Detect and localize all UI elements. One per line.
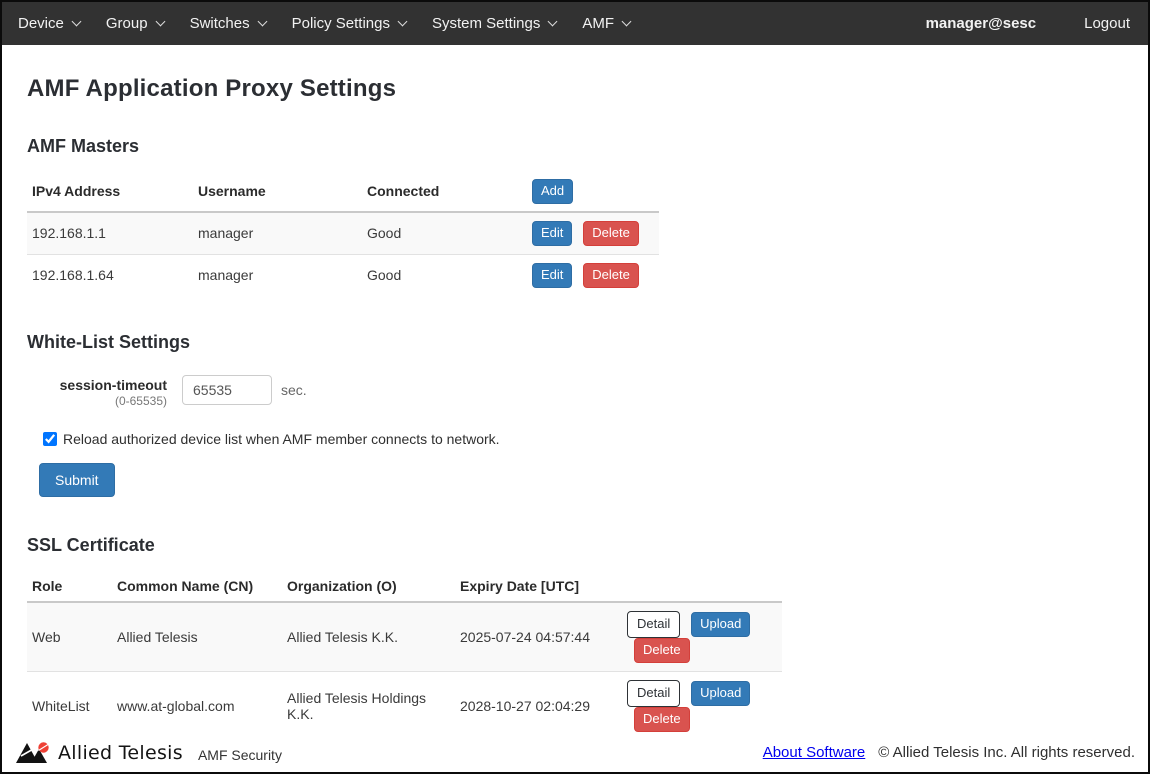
logged-in-user: manager@sesc xyxy=(926,15,1037,32)
logout-button[interactable]: Logout xyxy=(1084,15,1132,32)
chevron-down-icon xyxy=(155,17,165,27)
top-navbar: Device Group Switches Policy Settings Sy… xyxy=(2,2,1148,45)
nav-menu-device[interactable]: Device xyxy=(18,15,93,32)
whitelist-settings-heading: White-List Settings xyxy=(27,332,1123,353)
column-header-connected: Connected xyxy=(362,171,527,212)
session-timeout-label-block: session-timeout (0-65535) xyxy=(27,375,167,410)
role-cell: WhiteList xyxy=(27,671,112,739)
session-timeout-range: (0-65535) xyxy=(27,394,167,410)
page-footer: Allied Telesis AMF Security About Softwa… xyxy=(2,740,1148,772)
common-name-cell: Allied Telesis xyxy=(112,602,282,671)
ipv4-cell: 192.168.1.1 xyxy=(27,212,193,254)
session-timeout-unit: sec. xyxy=(281,375,307,398)
chevron-down-icon xyxy=(548,17,558,27)
username-cell: manager xyxy=(193,212,362,254)
page-title: AMF Application Proxy Settings xyxy=(27,75,1123,103)
delete-certificate-button[interactable]: Delete xyxy=(634,638,690,663)
table-row: 192.168.1.1 manager Good Edit Delete xyxy=(27,212,659,254)
username-cell: manager xyxy=(193,254,362,295)
chevron-down-icon xyxy=(622,17,632,27)
table-row: 192.168.1.64 manager Good Edit Delete xyxy=(27,254,659,295)
copyright-text: © Allied Telesis Inc. All rights reserve… xyxy=(878,744,1135,761)
table-row: WhiteList www.at-global.com Allied Teles… xyxy=(27,671,782,739)
nav-menu-label: Policy Settings xyxy=(292,15,390,32)
chevron-down-icon xyxy=(71,17,81,27)
nav-menu-label: Switches xyxy=(190,15,250,32)
column-header-username: Username xyxy=(193,171,362,212)
edit-master-button[interactable]: Edit xyxy=(532,263,572,288)
role-cell: Web xyxy=(27,602,112,671)
column-header-organization: Organization (O) xyxy=(282,570,455,602)
ipv4-cell: 192.168.1.64 xyxy=(27,254,193,295)
session-timeout-row: session-timeout (0-65535) sec. xyxy=(27,375,1123,410)
chevron-down-icon xyxy=(398,17,408,27)
table-row: Web Allied Telesis Allied Telesis K.K. 2… xyxy=(27,602,782,671)
footer-right: About Software © Allied Telesis Inc. All… xyxy=(763,744,1135,761)
nav-menu-amf[interactable]: AMF xyxy=(569,15,643,32)
reload-device-list-checkbox[interactable] xyxy=(43,432,57,446)
allied-telesis-logo-icon xyxy=(15,740,51,765)
nav-menu-policy-settings[interactable]: Policy Settings xyxy=(279,15,419,32)
organization-cell: Allied Telesis K.K. xyxy=(282,602,455,671)
about-software-link[interactable]: About Software xyxy=(763,744,866,761)
upload-certificate-button[interactable]: Upload xyxy=(691,681,750,706)
submit-button[interactable]: Submit xyxy=(39,463,115,497)
navbar-right: manager@sesc Logout xyxy=(926,15,1132,32)
amf-masters-heading: AMF Masters xyxy=(27,136,1123,157)
connected-cell: Good xyxy=(362,212,527,254)
reload-checkbox-row: Reload authorized device list when AMF m… xyxy=(43,431,1123,447)
app-window: Device Group Switches Policy Settings Sy… xyxy=(0,0,1150,774)
brand-block: Allied Telesis AMF Security xyxy=(15,740,282,765)
nav-menu-label: Group xyxy=(106,15,148,32)
reload-checkbox-label[interactable]: Reload authorized device list when AMF m… xyxy=(63,431,500,447)
nav-menu-group[interactable]: Group xyxy=(93,15,177,32)
nav-menu-switches[interactable]: Switches xyxy=(177,15,279,32)
column-header-role: Role xyxy=(27,570,112,602)
delete-certificate-button[interactable]: Delete xyxy=(634,707,690,732)
ssl-certificate-table: Role Common Name (CN) Organization (O) E… xyxy=(27,570,782,740)
organization-cell: Allied Telesis Holdings K.K. xyxy=(282,671,455,739)
nav-menu-label: System Settings xyxy=(432,15,540,32)
product-name: AMF Security xyxy=(198,743,282,763)
common-name-cell: www.at-global.com xyxy=(112,671,282,739)
chevron-down-icon xyxy=(257,17,267,27)
edit-master-button[interactable]: Edit xyxy=(532,221,572,246)
detail-certificate-button[interactable]: Detail xyxy=(627,680,680,707)
column-header-expiry: Expiry Date [UTC] xyxy=(455,570,622,602)
delete-master-button[interactable]: Delete xyxy=(583,221,639,246)
session-timeout-input[interactable] xyxy=(182,375,272,405)
column-header-common-name: Common Name (CN) xyxy=(112,570,282,602)
expiry-cell: 2028-10-27 02:04:29 xyxy=(455,671,622,739)
column-header-ipv4: IPv4 Address xyxy=(27,171,193,212)
amf-masters-table: IPv4 Address Username Connected Add 192.… xyxy=(27,171,659,296)
delete-master-button[interactable]: Delete xyxy=(583,263,639,288)
nav-menu-label: Device xyxy=(18,15,64,32)
brand-name: Allied Telesis xyxy=(58,742,183,764)
detail-certificate-button[interactable]: Detail xyxy=(627,611,680,638)
connected-cell: Good xyxy=(362,254,527,295)
session-timeout-label: session-timeout xyxy=(27,377,167,395)
expiry-cell: 2025-07-24 04:57:44 xyxy=(455,602,622,671)
nav-menu-system-settings[interactable]: System Settings xyxy=(419,15,569,32)
add-master-button[interactable]: Add xyxy=(532,179,573,204)
ssl-certificate-heading: SSL Certificate xyxy=(27,535,1123,556)
nav-menu-label: AMF xyxy=(582,15,614,32)
upload-certificate-button[interactable]: Upload xyxy=(691,612,750,637)
